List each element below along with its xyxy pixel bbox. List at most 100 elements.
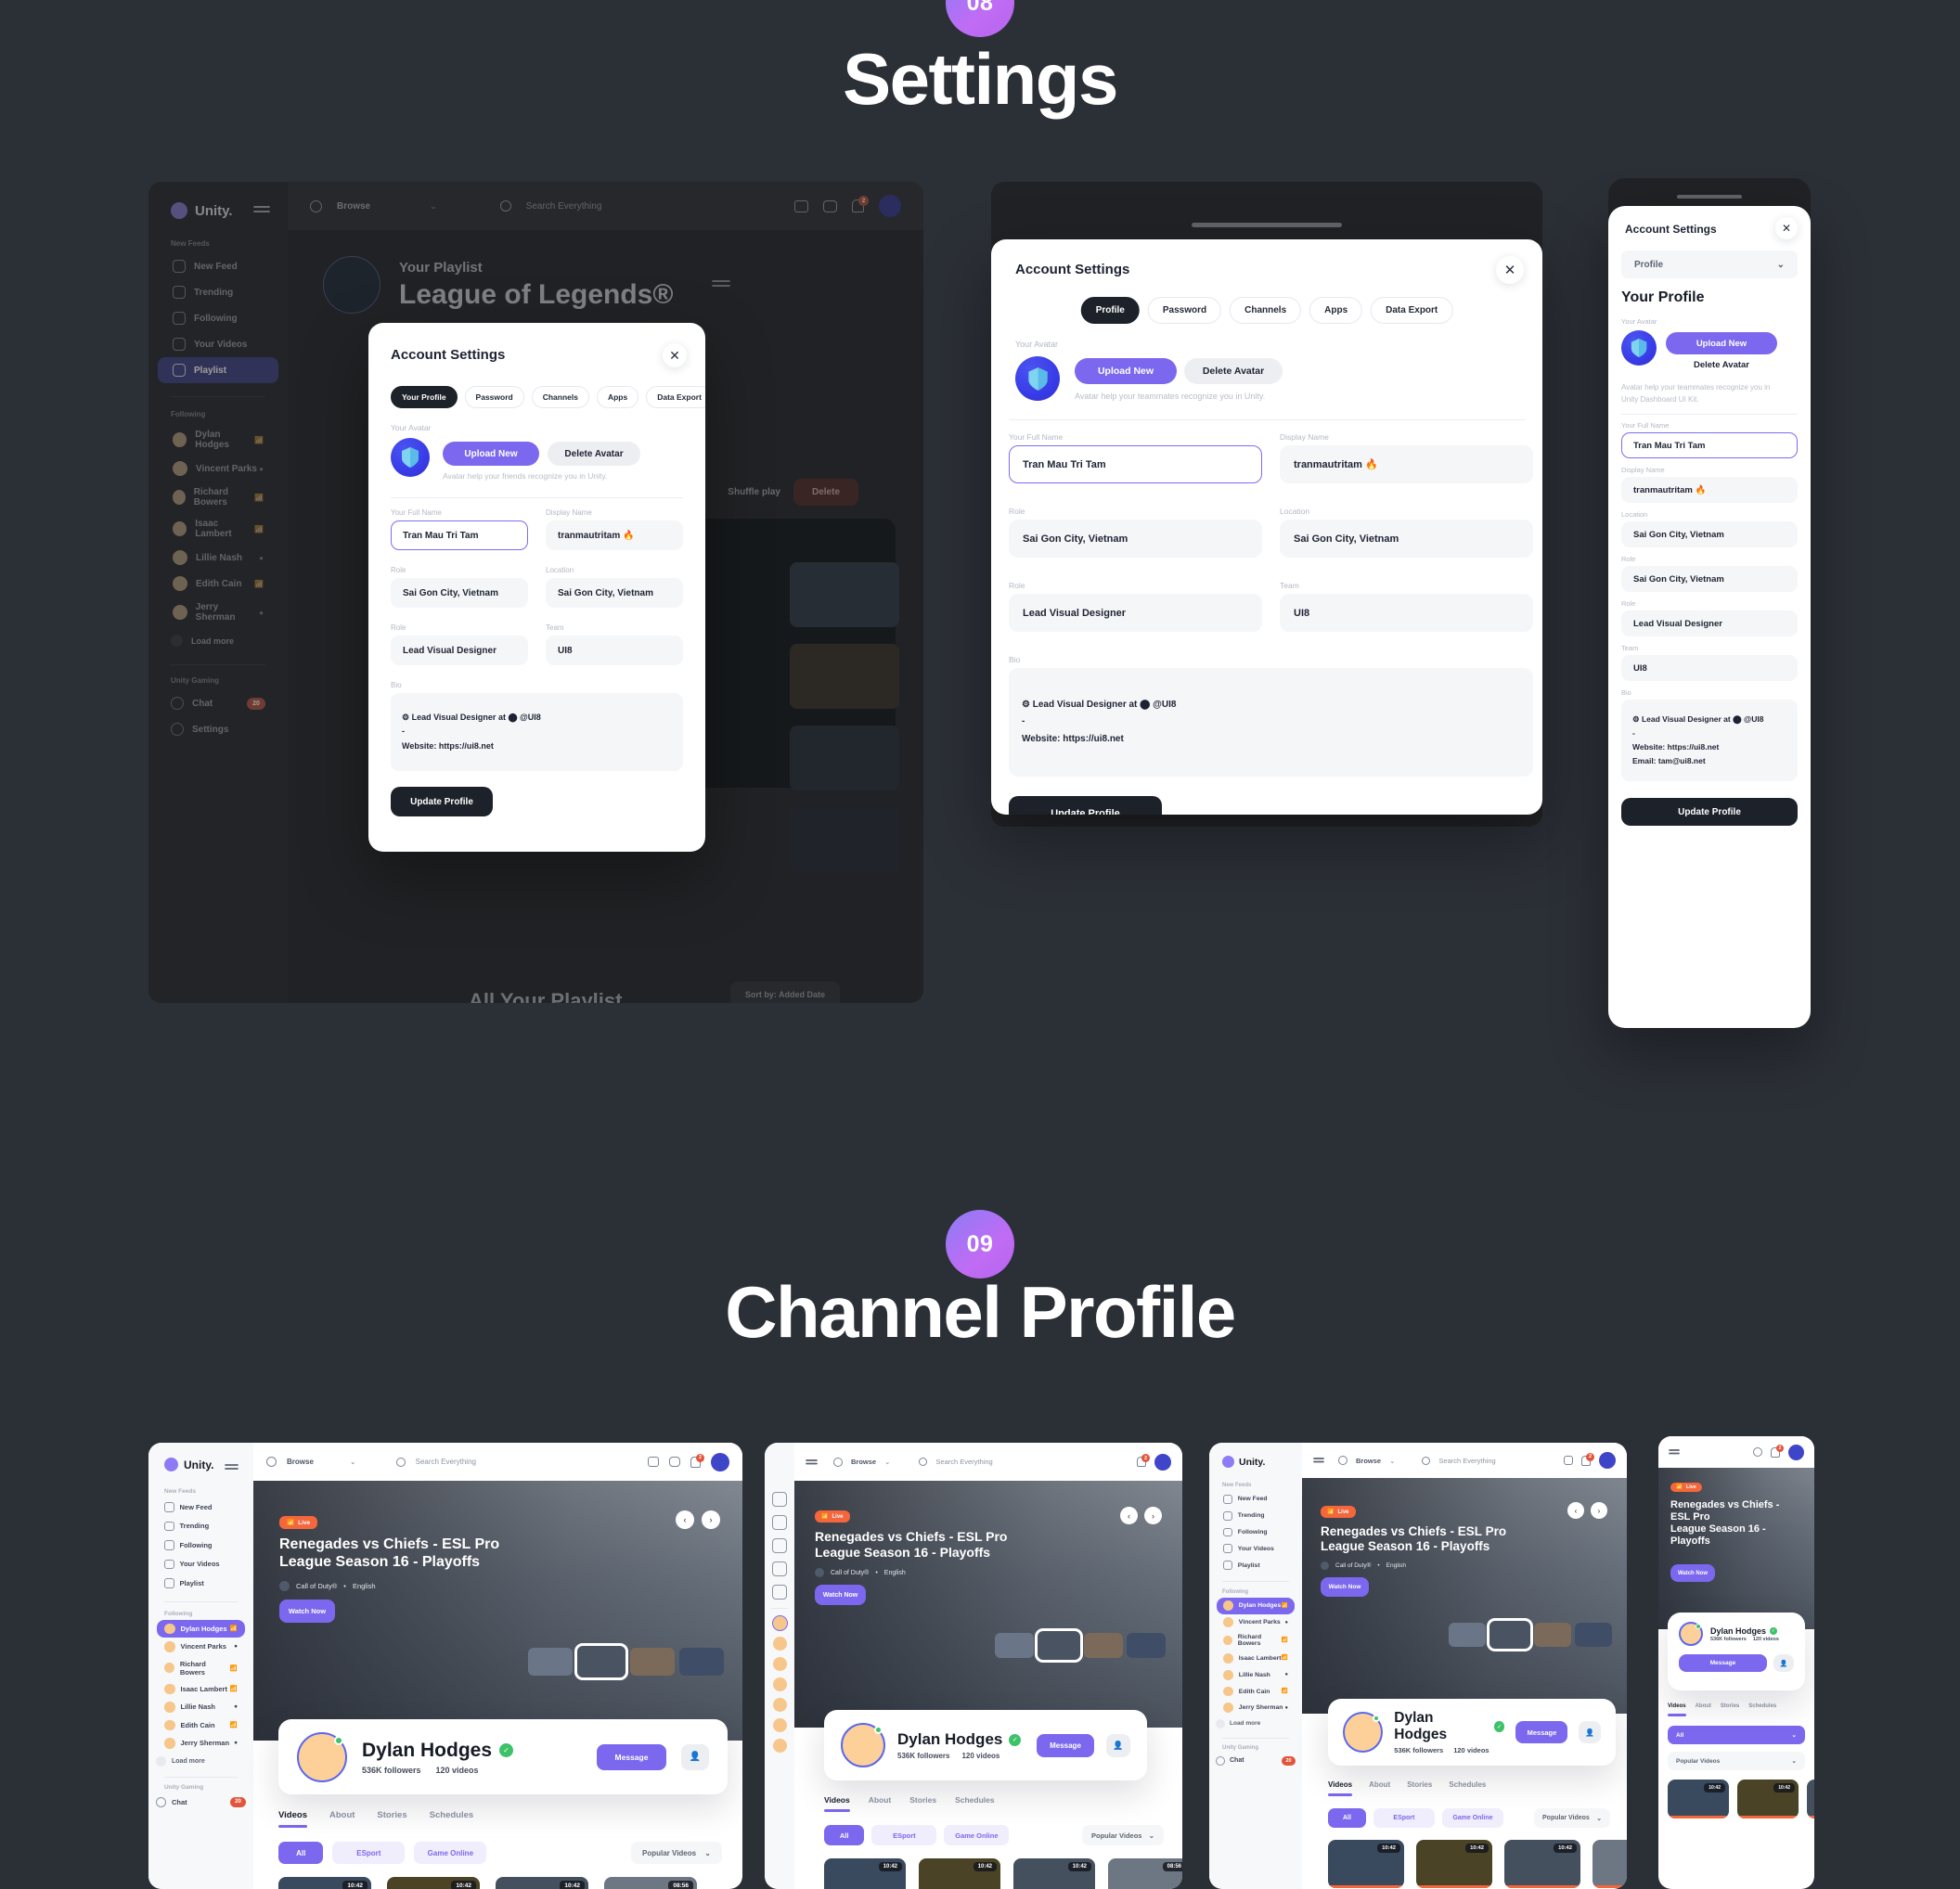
sidebar-item-playlist[interactable]: Playlist — [1217, 1557, 1295, 1574]
playlist-thumb[interactable] — [790, 644, 899, 709]
display-name-input[interactable]: tranmautritam 🔥 — [546, 520, 683, 550]
search-input[interactable]: Search Everything — [1438, 1457, 1495, 1465]
hero-thumb[interactable] — [1449, 1623, 1486, 1647]
tab-data-export[interactable]: Data Export — [1371, 297, 1453, 324]
bio-textarea[interactable]: ⚙ Lead Visual Designer at ⬤ @UI8 - Website… — [391, 693, 683, 771]
role-two-input[interactable]: Lead Visual Designer — [1009, 594, 1262, 632]
bell-icon[interactable]: 2 — [1771, 1444, 1784, 1458]
filter-esport[interactable]: ESport — [1373, 1808, 1435, 1828]
video-card[interactable]: 10:42 — [1807, 1780, 1814, 1818]
tab-apps[interactable]: Apps — [1309, 297, 1363, 324]
tab-stories[interactable]: Stories — [909, 1795, 936, 1812]
sidebar-item-your-videos[interactable]: Your Videos — [1217, 1540, 1295, 1557]
add-user-icon[interactable]: 👤 — [1773, 1654, 1794, 1672]
update-profile-button[interactable]: Update Profile — [391, 787, 493, 816]
avatar[interactable] — [772, 1739, 787, 1753]
hero-thumb[interactable] — [1534, 1623, 1571, 1647]
tab-about[interactable]: About — [1696, 1703, 1711, 1716]
user-icon[interactable] — [772, 1538, 787, 1553]
chevron-down-icon[interactable]: ⌄ — [350, 1458, 356, 1466]
sort-dropdown[interactable]: Sort by: Added Date — [729, 982, 840, 1003]
video-card[interactable]: 10:42 — [1013, 1858, 1095, 1889]
tab-schedules[interactable]: Schedules — [1449, 1780, 1486, 1796]
sidebar-person-dylan-hodges[interactable]: Dylan Hodges 📶 — [1217, 1597, 1295, 1614]
message-button[interactable]: Message — [1515, 1721, 1568, 1743]
menu-toggle-icon[interactable] — [225, 1459, 239, 1476]
bell-icon[interactable]: 2 — [852, 196, 869, 212]
sidebar-item-trending[interactable]: Trending — [1217, 1508, 1295, 1524]
message-icon[interactable] — [669, 1457, 680, 1467]
upload-new-button[interactable]: Upload New — [443, 442, 539, 466]
sidebar-item-following[interactable]: Following — [158, 305, 278, 331]
sidebar-item-chat[interactable]: Chat 20 — [1209, 1754, 1302, 1768]
prev-slide-button[interactable]: ‹ — [1120, 1507, 1138, 1524]
tab-password[interactable]: Password — [1147, 297, 1222, 324]
delete-avatar-button[interactable]: Delete Avatar — [548, 442, 640, 466]
upload-icon[interactable] — [794, 199, 808, 212]
playlist-icon[interactable] — [772, 1585, 787, 1600]
sidebar-item-settings[interactable]: Settings — [148, 716, 288, 742]
hero-thumb-selected[interactable] — [574, 1643, 628, 1680]
trending-icon[interactable] — [772, 1515, 787, 1530]
video-card[interactable]: 10:42 — [496, 1877, 588, 1889]
bio-textarea[interactable]: ⚙ Lead Visual Designer at ⬤ @UI8 - Website… — [1621, 700, 1798, 781]
location-input[interactable]: Sai Gon City, Vietnam — [546, 578, 683, 608]
tab-profile[interactable]: Profile — [1080, 297, 1140, 324]
hero-thumb[interactable] — [995, 1633, 1034, 1658]
avatar[interactable] — [1154, 1453, 1171, 1471]
tab-videos[interactable]: Videos — [278, 1810, 307, 1828]
bell-icon[interactable]: 2 — [1581, 1452, 1594, 1466]
tab-about[interactable]: About — [1369, 1780, 1390, 1796]
menu-toggle-icon[interactable] — [712, 276, 731, 293]
search-input[interactable]: Search Everything — [526, 201, 602, 212]
sidebar-person-dylan-hodges[interactable]: Dylan Hodges 📶 — [157, 1619, 245, 1638]
avatar[interactable] — [772, 1657, 787, 1671]
filter-esport[interactable]: ESport — [871, 1825, 937, 1845]
chevron-down-icon[interactable]: ⌄ — [1389, 1457, 1395, 1465]
team-input[interactable]: UI8 — [546, 636, 683, 665]
sidebar-item-playlist[interactable]: Playlist — [158, 357, 278, 383]
hero-thumb[interactable] — [1575, 1623, 1612, 1647]
avatar[interactable] — [711, 1452, 729, 1471]
sidebar-person-jerry-sherman[interactable]: Jerry Sherman ● — [157, 1734, 245, 1753]
add-user-icon[interactable]: 👤 — [1106, 1733, 1130, 1757]
prev-slide-button[interactable]: ‹ — [1567, 1502, 1584, 1519]
video-card[interactable]: 10:42 — [387, 1877, 480, 1889]
menu-toggle-icon[interactable] — [1313, 1452, 1324, 1469]
playlist-thumb[interactable] — [790, 807, 899, 872]
tab-channels[interactable]: Channels — [1230, 297, 1302, 324]
search-input[interactable]: Search Everything — [416, 1458, 476, 1466]
tab-your-profile[interactable]: Your Profile — [391, 386, 458, 408]
tab-stories[interactable]: Stories — [377, 1810, 406, 1828]
hero-thumb[interactable] — [630, 1648, 675, 1676]
watch-now-button[interactable]: Watch Now — [815, 1585, 866, 1605]
delete-button[interactable]: Delete — [793, 479, 858, 506]
sort-dropdown[interactable]: Popular Videos ⌄ — [1082, 1825, 1164, 1845]
sidebar-item-playlist[interactable]: Playlist — [157, 1574, 245, 1593]
tab-about[interactable]: About — [869, 1795, 892, 1812]
display-name-input[interactable]: tranmautritam 🔥 — [1621, 477, 1798, 503]
team-input[interactable]: UI8 — [1621, 655, 1798, 681]
avatar[interactable] — [772, 1637, 787, 1651]
video-card[interactable]: 10:42 — [278, 1877, 371, 1889]
sidebar-item-new-feed[interactable]: New Feed — [158, 253, 278, 279]
add-user-icon[interactable]: 👤 — [681, 1743, 709, 1770]
close-icon[interactable]: ✕ — [663, 343, 687, 367]
sort-dropdown[interactable]: Popular Videos ⌄ — [1534, 1808, 1610, 1828]
avatar[interactable] — [772, 1698, 787, 1712]
hero-thumb-selected[interactable] — [1487, 1618, 1533, 1651]
sidebar-person-edith-cain[interactable]: Edith Cain 📶 — [1217, 1683, 1295, 1700]
avatar[interactable] — [772, 1677, 787, 1691]
sidebar-item-new-feed[interactable]: New Feed — [1217, 1491, 1295, 1508]
video-card[interactable]: 10:42 — [919, 1858, 1000, 1889]
sidebar-person-isaac-lambert[interactable]: Isaac Lambert 📶 — [158, 513, 278, 545]
sidebar-person-isaac-lambert[interactable]: Isaac Lambert 📶 — [157, 1680, 245, 1699]
drag-handle[interactable] — [1677, 195, 1742, 199]
avatar[interactable] — [1599, 1452, 1616, 1469]
sidebar-person-richard-bowers[interactable]: Richard Bowers 📶 — [1217, 1631, 1295, 1651]
sidebar-load-more[interactable]: Load more — [1209, 1716, 1302, 1731]
sidebar-load-more[interactable]: Load more — [148, 628, 288, 653]
filter-all[interactable]: All — [824, 1825, 865, 1845]
sidebar-item-trending[interactable]: Trending — [157, 1517, 245, 1536]
video-card[interactable]: 10:42 — [1504, 1840, 1580, 1888]
